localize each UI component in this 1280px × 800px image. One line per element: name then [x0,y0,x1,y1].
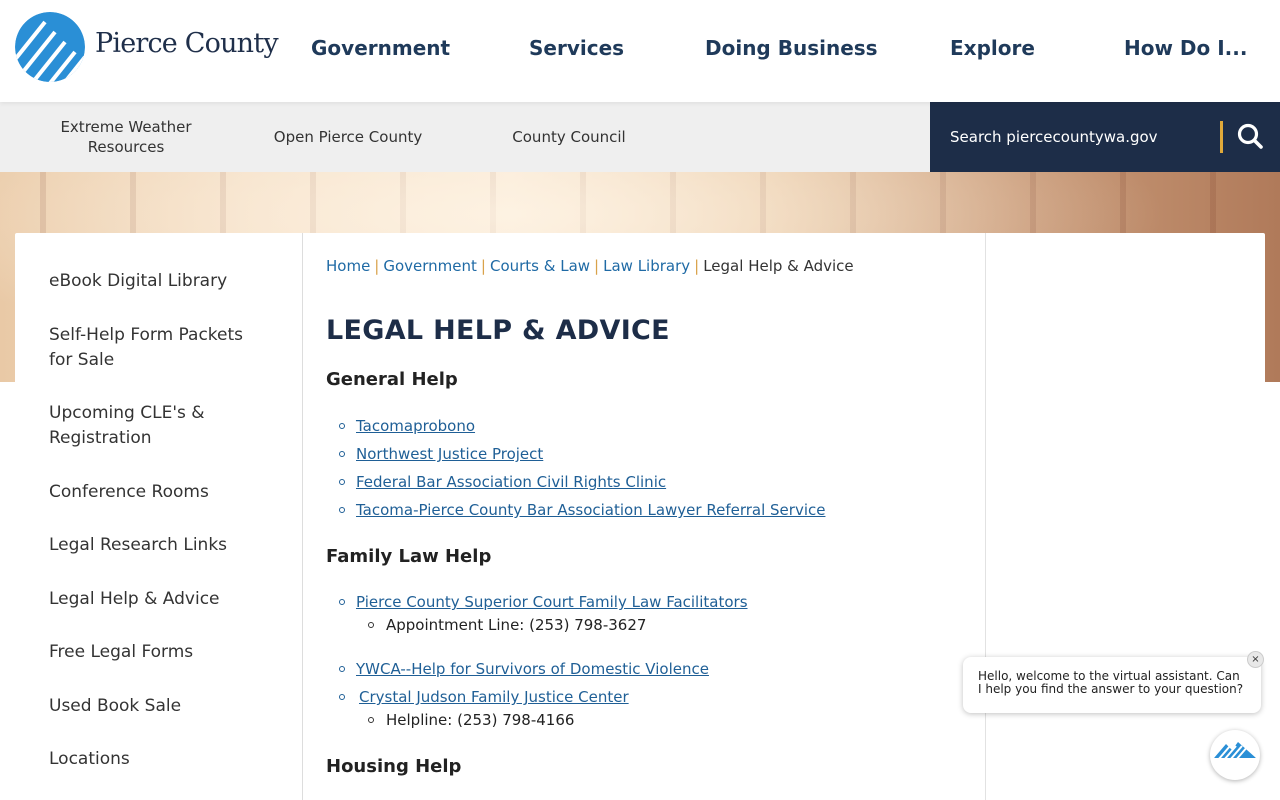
sidebar-item-locations[interactable]: Locations [49,747,269,772]
link-lawyer-referral-service[interactable]: Tacoma-Pierce County Bar Association Law… [356,501,825,519]
breadcrumb-government[interactable]: Government [383,257,477,275]
sidebar-item-used-book-sale[interactable]: Used Book Sale [49,694,269,719]
subnav-extreme-weather[interactable]: Extreme Weather Resources [46,117,206,157]
breadcrumb-separator: | [694,257,700,275]
nav-explore[interactable]: Explore [950,36,1035,60]
search-button[interactable] [1232,119,1268,155]
link-tacomaprobono[interactable]: Tacomaprobono [356,417,475,435]
breadcrumb-separator: | [374,257,380,275]
chat-launcher-button[interactable] [1210,730,1260,780]
sidebar-item-upcoming-cles[interactable]: Upcoming CLE's & Registration [49,401,269,451]
breadcrumb-courts-law[interactable]: Courts & Law [490,257,590,275]
sidebar-item-legal-help-advice[interactable]: Legal Help & Advice [49,587,269,612]
sidebar-item-conference-rooms[interactable]: Conference Rooms [49,480,269,505]
breadcrumb: Home | Government | Courts & Law | Law Library… [326,257,854,275]
search-input[interactable] [950,124,1200,150]
subnav-open-pierce-county[interactable]: Open Pierce County [268,127,428,147]
list-bullet [339,451,345,457]
list-bullet [339,423,345,429]
link-crystal-judson-center[interactable]: Crystal Judson Family Justice Center [359,688,629,706]
nav-doing-business[interactable]: Doing Business [705,36,878,60]
sidebar-nav: eBook Digital Library Self-Help Form Pac… [15,233,303,800]
right-column-divider [985,233,986,800]
heading-housing-help: Housing Help [326,756,462,777]
helpline-text: Helpline: (253) 798-4166 [386,711,575,729]
sub-list-bullet [368,622,374,628]
list-bullet [339,507,345,513]
breadcrumb-separator: | [480,257,486,275]
chat-greeting-bubble: Hello, welcome to the virtual assistant.… [963,651,1264,713]
breadcrumb-law-library[interactable]: Law Library [603,257,690,275]
sidebar-item-ebook-library[interactable]: eBook Digital Library [49,269,269,294]
sidebar-item-legal-research-links[interactable]: Legal Research Links [49,533,269,558]
breadcrumb-current: Legal Help & Advice [703,257,854,275]
search-box [930,102,1280,172]
nav-how-do-i[interactable]: How Do I... [1124,36,1247,60]
heading-general-help: General Help [326,369,458,390]
list-bullet [339,599,345,605]
list-bullet [339,694,345,700]
search-icon [1237,123,1263,149]
secondary-nav-bar: Extreme Weather Resources Open Pierce Co… [0,102,1280,172]
site-header: Pierce County Government Services Doing … [0,0,1280,102]
sidebar-item-free-legal-forms[interactable]: Free Legal Forms [49,640,269,665]
subnav-county-council[interactable]: County Council [489,127,649,147]
content-card: eBook Digital Library Self-Help Form Pac… [15,233,1265,800]
main-nav: Government Services Doing Business Explo… [0,36,1280,66]
breadcrumb-home[interactable]: Home [326,257,370,275]
chat-close-button[interactable]: × [1247,651,1264,668]
sidebar-item-self-help-packets[interactable]: Self-Help Form Packets for Sale [49,323,269,373]
link-ywca-domestic-violence[interactable]: YWCA--Help for Survivors of Domestic Vio… [356,660,709,678]
nav-government[interactable]: Government [311,36,450,60]
list-bullet [339,666,345,672]
chat-message: Hello, welcome to the virtual assistant.… [978,669,1244,696]
assistant-logo-icon [1214,734,1256,776]
link-family-law-facilitators[interactable]: Pierce County Superior Court Family Law … [356,593,748,611]
appointment-line-text: Appointment Line: (253) 798-3627 [386,616,647,634]
link-federal-bar-civil-rights[interactable]: Federal Bar Association Civil Rights Cli… [356,473,666,491]
sub-list-bullet [368,717,374,723]
link-northwest-justice-project[interactable]: Northwest Justice Project [356,445,543,463]
list-bullet [339,479,345,485]
page-title: LEGAL HELP & ADVICE [326,315,670,346]
breadcrumb-separator: | [594,257,600,275]
heading-family-law-help: Family Law Help [326,546,492,567]
nav-services[interactable]: Services [529,36,624,60]
search-divider [1220,121,1223,153]
